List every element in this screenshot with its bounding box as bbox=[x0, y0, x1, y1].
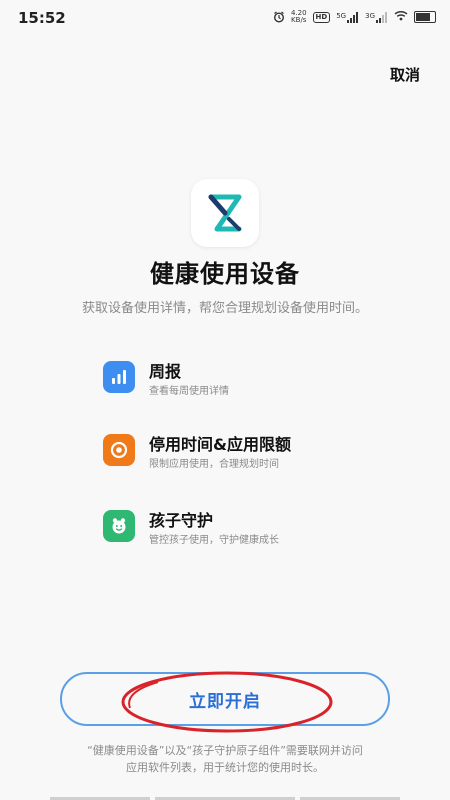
signal-bars-icon bbox=[376, 11, 387, 23]
feature-title: 停用时间&应用限额 bbox=[149, 435, 291, 454]
start-now-button[interactable]: 立即开启 bbox=[60, 672, 390, 726]
footnote: “健康使用设备”以及“孩子守护原子组件”需要联网并访问 应用软件列表，用于统计您… bbox=[25, 742, 425, 776]
feature-title: 周报 bbox=[149, 362, 182, 381]
timer-icon bbox=[103, 434, 135, 466]
status-icons: 4.20 KB/s HD 5G 3G bbox=[273, 10, 436, 24]
app-logo-icon bbox=[191, 179, 259, 247]
child-face-icon bbox=[103, 510, 135, 542]
page-subtitle: 获取设备使用详情，帮您合理规划设备使用时间。 bbox=[81, 301, 368, 316]
bar-chart-icon bbox=[103, 361, 135, 393]
hd-badge: HD bbox=[312, 11, 331, 23]
feature-title: 孩子守护 bbox=[149, 511, 214, 530]
footnote-line-1: “健康使用设备”以及“孩子守护原子组件”需要联网并访问 bbox=[87, 744, 363, 757]
signal-5g: 5G bbox=[336, 11, 359, 23]
feature-desc: 限制应用使用，合理规划时间 bbox=[149, 459, 279, 470]
signal-5g-label: 5G bbox=[336, 11, 347, 20]
battery-icon bbox=[414, 11, 436, 23]
feature-weekly-report: 周报 查看每周使用详情 bbox=[103, 358, 403, 408]
alarm-icon bbox=[273, 11, 285, 23]
status-bar: 15:52 4.20 KB/s HD 5G 3G bbox=[0, 0, 450, 34]
start-now-label: 立即开启 bbox=[189, 691, 261, 712]
signal-bars-icon bbox=[347, 11, 359, 23]
cancel-button[interactable]: 取消 bbox=[390, 64, 420, 85]
net-speed-unit: KB/s bbox=[291, 16, 307, 24]
wifi-icon bbox=[394, 10, 408, 24]
status-time: 15:52 bbox=[18, 9, 66, 27]
net-speed: 4.20 KB/s bbox=[291, 10, 307, 24]
signal-3g: 3G bbox=[365, 11, 388, 23]
page-title: 健康使用设备 bbox=[150, 260, 300, 288]
feature-downtime-limits: 停用时间&应用限额 限制应用使用，合理规划时间 bbox=[103, 431, 403, 481]
signal-3g-label: 3G bbox=[365, 11, 375, 20]
feature-child-guard: 孩子守护 管控孩子使用，守护健康成长 bbox=[103, 507, 403, 557]
screen: 15:52 4.20 KB/s HD 5G 3G 取消 健康使用设备 获取设备使… bbox=[0, 0, 450, 800]
footnote-line-2: 应用软件列表，用于统计您的使用时长。 bbox=[126, 761, 324, 774]
feature-desc: 管控孩子使用，守护健康成长 bbox=[149, 535, 279, 546]
feature-desc: 查看每周使用详情 bbox=[149, 386, 229, 397]
